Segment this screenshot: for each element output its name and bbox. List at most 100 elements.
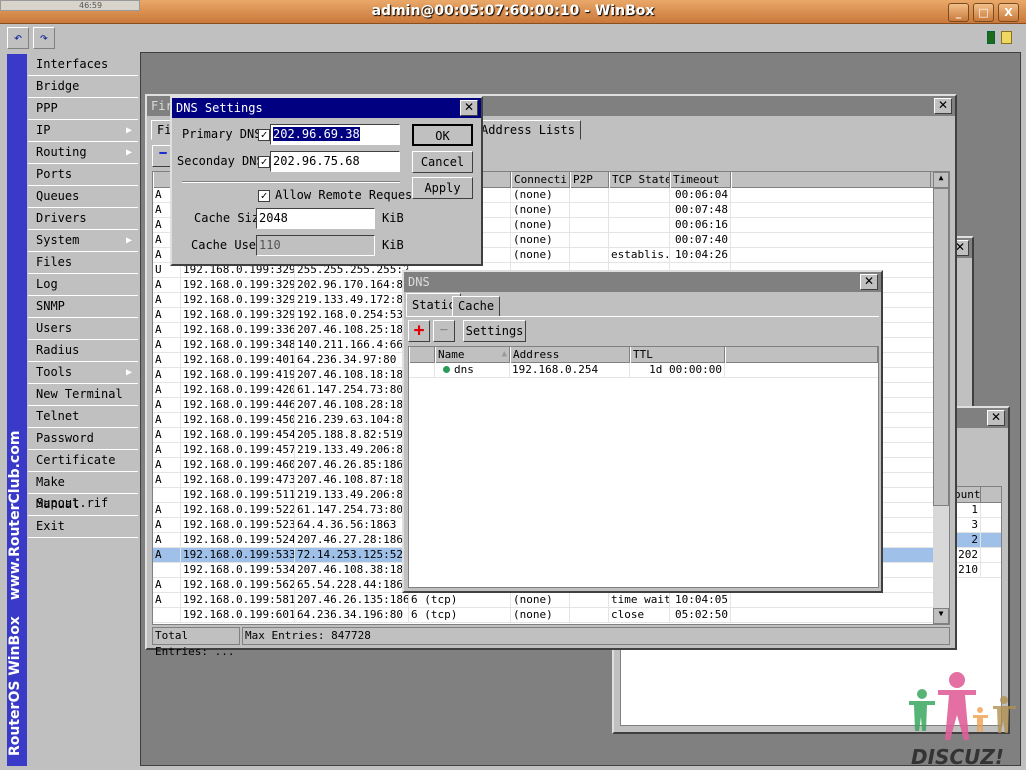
menu-item-users[interactable]: Users: [28, 318, 138, 340]
menu-item-label: Drivers: [36, 211, 87, 225]
cell-conn: (none): [511, 233, 570, 248]
menu-item-radius[interactable]: Radius: [28, 340, 138, 362]
people-logo-icon: [909, 672, 1016, 740]
cancel-button[interactable]: Cancel: [412, 151, 473, 173]
menu-item-certificate[interactable]: Certificate: [28, 450, 138, 472]
cell-flag: [153, 488, 181, 503]
column-header[interactable]: Connecti...: [511, 172, 570, 188]
allow-remote-requests-checkbox[interactable]: ✓: [258, 190, 270, 202]
dialog-title: DNS Settings: [176, 101, 263, 115]
cell-conn: (none): [511, 188, 570, 203]
connection-status-icon: [987, 31, 995, 44]
menu-item-drivers[interactable]: Drivers: [28, 208, 138, 230]
cell-dst: 72.14.253.125:5222: [297, 548, 409, 563]
column-header-name[interactable]: Name ▲: [435, 347, 510, 363]
submenu-arrow-icon: ▶: [125, 367, 132, 378]
scroll-thumb[interactable]: [933, 188, 949, 506]
menu-item-ports[interactable]: Ports: [28, 164, 138, 186]
brand-website: www.RouterClub.com: [7, 430, 23, 601]
column-header-ttl[interactable]: TTL: [630, 347, 725, 363]
cell-conn: (none): [511, 608, 570, 623]
column-header[interactable]: Timeout: [670, 172, 731, 188]
cell-dst: 219.133.49.172:8000: [295, 293, 409, 308]
menu-item-files[interactable]: Files: [28, 252, 138, 274]
menu-item-label: Bridge: [36, 79, 80, 93]
cell-flag: A: [153, 593, 181, 608]
secondary-dns-input[interactable]: 202.96.75.68: [270, 151, 400, 172]
add-icon[interactable]: +: [408, 320, 430, 342]
settings-button[interactable]: Settings: [463, 320, 526, 342]
cell-src: 192.168.0.199:47305: [183, 473, 295, 488]
cache-size-input[interactable]: 2048: [256, 208, 375, 229]
cell-proto: 6 (tcp): [409, 593, 511, 608]
window-title: admin@00:05:07:60:00:10 - WinBox: [371, 3, 655, 19]
cell-src: 192.168.0.199:52393: [183, 518, 295, 533]
minimize-button[interactable]: _: [948, 3, 969, 22]
menu-item-bridge[interactable]: Bridge: [28, 76, 138, 98]
scrollbar[interactable]: ▲ ▼: [933, 172, 949, 624]
cell-dst: 140.211.166.4:6667: [297, 338, 409, 353]
menu-item-queues[interactable]: Queues: [28, 186, 138, 208]
tab-address-lists[interactable]: Address Lists: [475, 120, 581, 140]
submenu-arrow-icon: ▶: [125, 235, 132, 246]
close-icon[interactable]: ✕: [987, 410, 1005, 426]
brand-product: RouterOS WinBox: [7, 616, 23, 756]
cell-dst: 65.54.228.44:1863: [297, 578, 409, 593]
menu-item-manual[interactable]: Manual: [28, 494, 138, 516]
maximize-button[interactable]: □: [973, 3, 994, 22]
close-icon[interactable]: ✕: [460, 100, 478, 116]
secondary-dns-checkbox[interactable]: ✓: [258, 156, 270, 168]
submenu-arrow-icon: ▶: [125, 125, 132, 136]
primary-dns-input[interactable]: 202.96.69.38: [270, 124, 400, 145]
table-row[interactable]: A192.168.0.199:58127207.46.26.135:18636 …: [153, 593, 949, 608]
menu-item-ppp[interactable]: PPP: [28, 98, 138, 120]
menu-item-system[interactable]: System ▶: [28, 230, 138, 252]
table-row[interactable]: dns 192.168.0.254 1d 00:00:00: [409, 363, 878, 378]
scroll-down-icon[interactable]: ▼: [933, 608, 949, 624]
cell-dst: 64.4.36.56:1863: [295, 518, 409, 533]
undo-button[interactable]: ↶: [7, 27, 29, 49]
cell-conn: (none): [511, 248, 570, 263]
close-button[interactable]: X: [998, 3, 1019, 22]
cell-timeout: 05:02:50: [670, 608, 731, 623]
menu-item-ip[interactable]: IP ▶: [28, 120, 138, 142]
window-titlebar: 46:59 admin@00:05:07:60:00:10 - WinBox _…: [0, 0, 1026, 24]
redo-button[interactable]: ↷: [33, 27, 55, 49]
close-icon[interactable]: ✕: [934, 98, 952, 114]
column-header-address[interactable]: Address: [510, 347, 630, 363]
cell-dst: 207.46.108.25:1863: [297, 323, 409, 338]
cell-src: 192.168.0.199:53475: [183, 563, 295, 578]
scroll-up-icon[interactable]: ▲: [933, 172, 949, 188]
menu-item-log[interactable]: Log: [28, 274, 138, 296]
apply-button[interactable]: Apply: [412, 177, 473, 199]
cell-dst: 207.46.108.87:1863: [297, 473, 409, 488]
cell-src: 192.168.0.199:46037: [183, 458, 295, 473]
column-header[interactable]: P2P: [570, 172, 609, 188]
table-row[interactable]: 192.168.0.199:6018264.236.34.196:806 (tc…: [153, 608, 949, 623]
column-header[interactable]: TCP State: [609, 172, 670, 188]
primary-dns-checkbox[interactable]: ✓: [258, 129, 270, 141]
menu-item-label: System: [36, 233, 80, 247]
menu-item-exit[interactable]: Exit: [28, 516, 138, 538]
menu-item-interfaces[interactable]: Interfaces: [28, 54, 138, 76]
cell-dst: 207.46.108.18:1863: [297, 368, 409, 383]
menu-item-snmp[interactable]: SNMP: [28, 296, 138, 318]
menu-item-routing[interactable]: Routing ▶: [28, 142, 138, 164]
cell-timeout: 00:07:48: [670, 203, 731, 218]
menu-item-new-terminal[interactable]: New Terminal: [28, 384, 138, 406]
menu-item-tools[interactable]: Tools ▶: [28, 362, 138, 384]
menu-item-telnet[interactable]: Telnet: [28, 406, 138, 428]
ok-button[interactable]: OK: [412, 124, 473, 146]
cell-flag: A: [153, 293, 181, 308]
menu-item-password[interactable]: Password: [28, 428, 138, 450]
cell-flag: A: [153, 368, 181, 383]
close-icon[interactable]: ✕: [860, 274, 878, 290]
menu-item-label: Tools: [36, 365, 73, 379]
cell-dst: 61.147.254.73:80: [295, 383, 409, 398]
menu-item-label: PPP: [36, 101, 58, 115]
menu-item-make-supout-rif[interactable]: Make Supout.rif: [28, 472, 138, 510]
column-header[interactable]: [731, 172, 931, 188]
tab-cache[interactable]: Cache: [452, 296, 501, 317]
dns-ttl: 1d 00:00:00: [630, 363, 725, 378]
remove-icon[interactable]: −: [433, 320, 455, 342]
